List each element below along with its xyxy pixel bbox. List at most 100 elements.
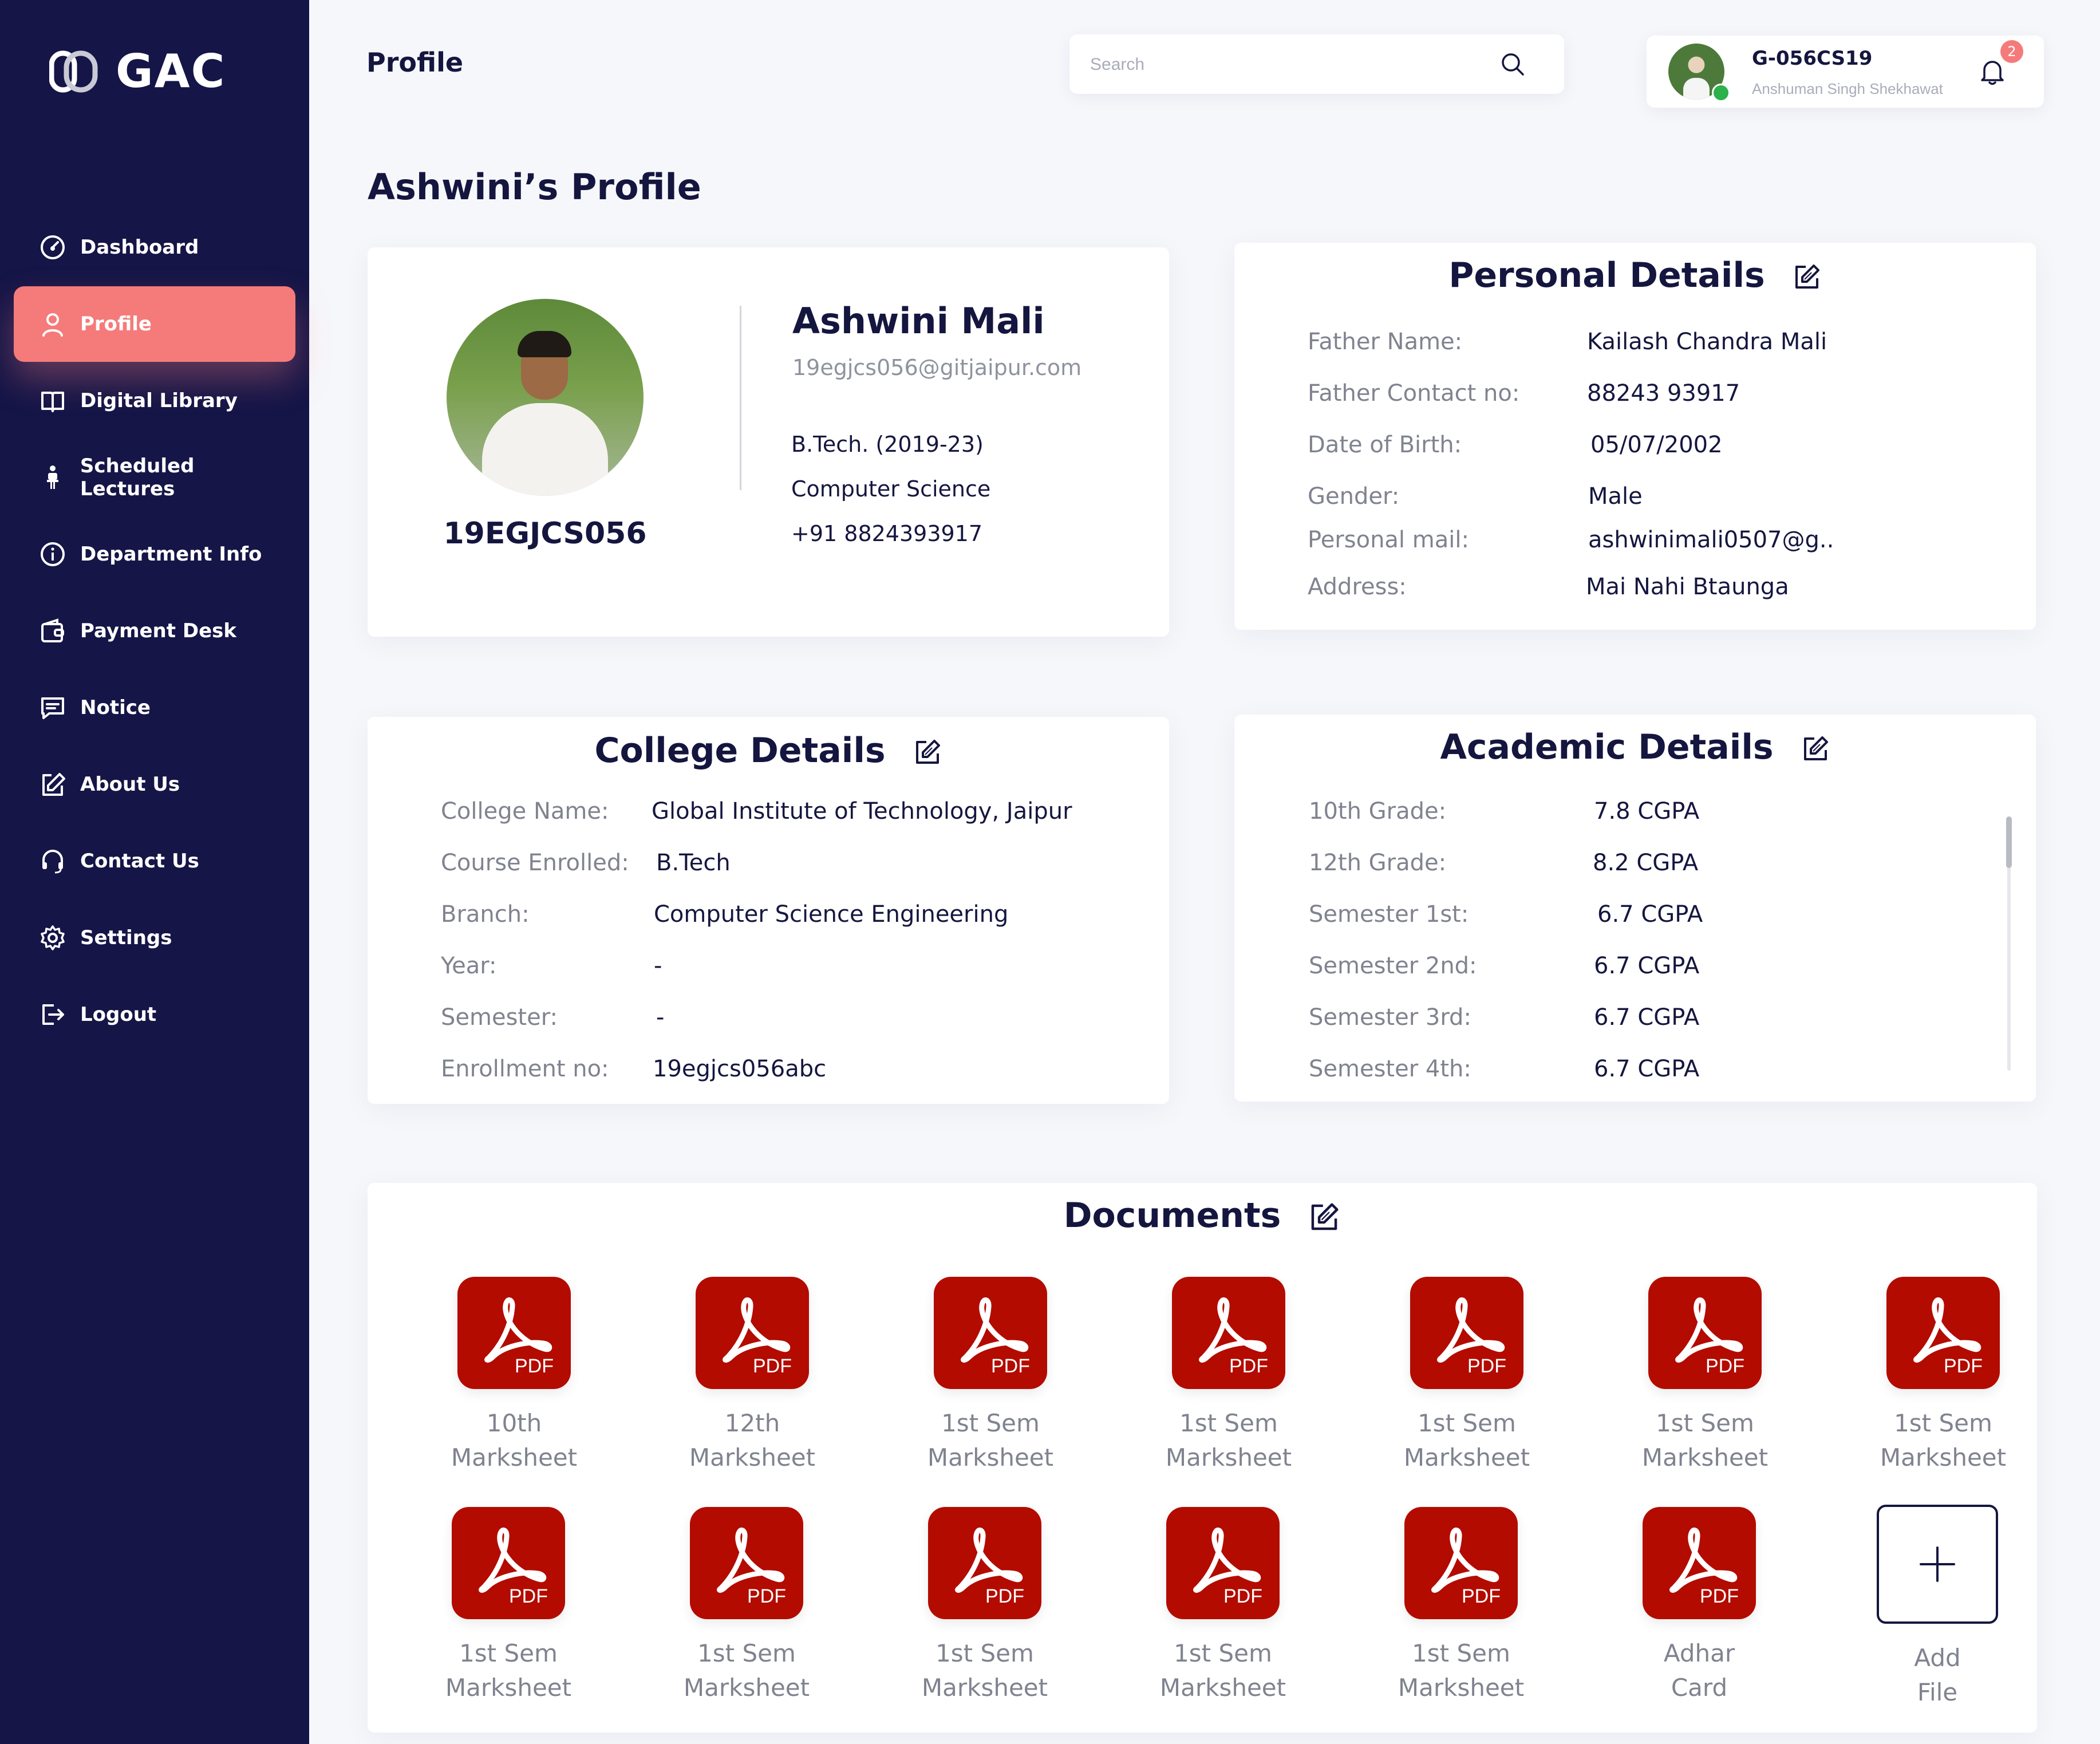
search-input[interactable] <box>1089 50 1492 79</box>
document-item[interactable]: PDF 12th Marksheet <box>655 1277 850 1475</box>
add-file-item[interactable]: Add File <box>1840 1505 2035 1710</box>
course-label: Course Enrolled: <box>441 850 629 876</box>
document-label-line2: Marksheet <box>1165 1443 1292 1471</box>
pdf-badge: PDF <box>1944 1355 1983 1377</box>
pdf-icon[interactable]: PDF <box>1643 1507 1756 1619</box>
document-item[interactable]: PDF 1st Sem Marksheet <box>887 1507 1082 1705</box>
document-item[interactable]: PDF Adhar Card <box>1602 1507 1797 1705</box>
document-label-line2: Marksheet <box>1398 1674 1525 1702</box>
document-label-line2: Marksheet <box>921 1674 1048 1702</box>
father-contact-value: 88243 93917 <box>1587 380 1740 407</box>
college-details-card: College Details College Name: Global Ins… <box>368 717 1169 1104</box>
logo[interactable]: GAC <box>49 45 226 98</box>
document-label: 1st Sem Marksheet <box>1131 1406 1326 1475</box>
semester-4-label: Semester 4th: <box>1309 1056 1471 1082</box>
personal-details-title: Personal Details <box>1234 255 2036 295</box>
document-label-line2: Marksheet <box>1880 1443 2007 1471</box>
page-title: Profile <box>366 47 464 78</box>
document-label-line2: Marksheet <box>1159 1674 1286 1702</box>
document-item[interactable]: PDF 1st Sem Marksheet <box>1126 1507 1320 1705</box>
edit-icon[interactable] <box>1792 262 1822 292</box>
enrollment-label: Enrollment no: <box>441 1056 609 1082</box>
pdf-icon[interactable]: PDF <box>1648 1277 1762 1389</box>
document-item[interactable]: PDF 1st Sem Marksheet <box>1608 1277 1802 1475</box>
academic-details-title: Academic Details <box>1234 727 2036 767</box>
scrollbar-thumb[interactable] <box>2006 816 2012 868</box>
wallet-icon <box>38 616 68 646</box>
sidebar-item-logout[interactable]: Logout <box>14 977 295 1052</box>
pdf-icon[interactable]: PDF <box>934 1277 1047 1389</box>
document-label-line1: 1st Sem <box>1418 1409 1516 1437</box>
sidebar-item-department-info[interactable]: Department Info <box>14 516 295 592</box>
document-item[interactable]: PDF 1st Sem Marksheet <box>411 1507 606 1705</box>
grade-12-value: 8.2 CGPA <box>1593 850 1699 876</box>
sidebar-item-contact-us[interactable]: Contact Us <box>14 823 295 899</box>
pdf-badge: PDF <box>1462 1585 1501 1607</box>
document-item[interactable]: PDF 1st Sem Marksheet <box>1846 1277 2040 1475</box>
user-card[interactable]: G-056CS19 Anshuman Singh Shekhawat 2 <box>1647 35 2044 108</box>
online-status-indicator <box>1712 84 1730 102</box>
document-label: 12th Marksheet <box>655 1406 850 1475</box>
document-label: 1st Sem Marksheet <box>1126 1636 1320 1705</box>
pdf-icon[interactable]: PDF <box>1410 1277 1523 1389</box>
sidebar-item-notice[interactable]: Notice <box>14 670 295 745</box>
document-item[interactable]: PDF 1st Sem Marksheet <box>1131 1277 1326 1475</box>
father-contact-label: Father Contact no: <box>1308 380 1520 407</box>
semester-1-label: Semester 1st: <box>1309 901 1469 928</box>
semester-label: Semester: <box>441 1004 558 1031</box>
document-item[interactable]: PDF 1st Sem Marksheet <box>1369 1277 1564 1475</box>
pdf-icon[interactable]: PDF <box>928 1507 1041 1619</box>
edit-icon[interactable] <box>1308 1201 1341 1234</box>
document-item[interactable]: PDF 10th Marksheet <box>417 1277 611 1475</box>
sidebar-item-about-us[interactable]: About Us <box>14 747 295 822</box>
pdf-icon[interactable]: PDF <box>690 1507 803 1619</box>
search-icon[interactable] <box>1499 50 1526 78</box>
add-file-label-line2: File <box>1917 1678 1958 1706</box>
enrollment-value: 19egjcs056abc <box>653 1056 827 1082</box>
document-label-line1: 1st Sem <box>1174 1639 1272 1667</box>
semester-1-value: 6.7 CGPA <box>1597 901 1703 928</box>
semester-3-label: Semester 3rd: <box>1309 1004 1471 1031</box>
pdf-icon[interactable]: PDF <box>1172 1277 1285 1389</box>
profile-card: 19EGJCS056 Ashwini Mali 19egjcs056@gitja… <box>368 247 1169 637</box>
personal-mail-label: Personal mail: <box>1308 527 1469 553</box>
sidebar-item-payment-desk[interactable]: Payment Desk <box>14 593 295 669</box>
sidebar-item-dashboard[interactable]: Dashboard <box>14 210 295 285</box>
sidebar-item-label: Profile <box>80 313 152 336</box>
grade-10-label: 10th Grade: <box>1309 798 1447 824</box>
sidebar-item-label: Notice <box>80 696 151 719</box>
document-label-line1: 1st Sem <box>1412 1639 1510 1667</box>
document-label-line2: Marksheet <box>445 1674 572 1702</box>
pdf-badge: PDF <box>1700 1585 1739 1607</box>
pdf-icon[interactable]: PDF <box>457 1277 571 1389</box>
document-label-line1: 1st Sem <box>459 1639 558 1667</box>
sidebar-item-label: Department Info <box>80 543 262 566</box>
pdf-badge: PDF <box>1706 1355 1744 1377</box>
document-item[interactable]: PDF 1st Sem Marksheet <box>893 1277 1088 1475</box>
sidebar-item-settings[interactable]: Settings <box>14 900 295 976</box>
sidebar-item-profile[interactable]: Profile <box>14 286 295 362</box>
search-bar[interactable] <box>1069 34 1564 94</box>
sidebar-item-scheduled-lectures[interactable]: Scheduled Lectures <box>14 440 295 515</box>
pdf-icon[interactable]: PDF <box>1404 1507 1518 1619</box>
document-label-line1: Adhar <box>1663 1639 1735 1667</box>
document-label-line1: 12th <box>724 1409 780 1437</box>
documents-card: Documents PDF 10th Marksheet PDF 12th Markshe… <box>368 1183 2037 1733</box>
pdf-icon[interactable]: PDF <box>696 1277 809 1389</box>
document-label: 10th Marksheet <box>417 1406 611 1475</box>
sidebar-item-digital-library[interactable]: Digital Library <box>14 363 295 439</box>
document-label-line2: Marksheet <box>927 1443 1054 1471</box>
student-department: Computer Science <box>791 476 991 502</box>
pdf-icon[interactable]: PDF <box>452 1507 565 1619</box>
document-item[interactable]: PDF 1st Sem Marksheet <box>649 1507 844 1705</box>
pdf-badge: PDF <box>753 1355 792 1377</box>
edit-icon[interactable] <box>1801 734 1830 764</box>
semester-3-value: 6.7 CGPA <box>1594 1004 1700 1031</box>
pdf-icon[interactable]: PDF <box>1886 1277 2000 1389</box>
document-label: 1st Sem Marksheet <box>1608 1406 1802 1475</box>
pdf-icon[interactable]: PDF <box>1166 1507 1280 1619</box>
edit-icon[interactable] <box>913 737 942 767</box>
document-item[interactable]: PDF 1st Sem Marksheet <box>1364 1507 1558 1705</box>
add-file-button[interactable] <box>1877 1505 1998 1624</box>
personal-mail-value: ashwinimali0507@g.. <box>1588 527 1834 553</box>
